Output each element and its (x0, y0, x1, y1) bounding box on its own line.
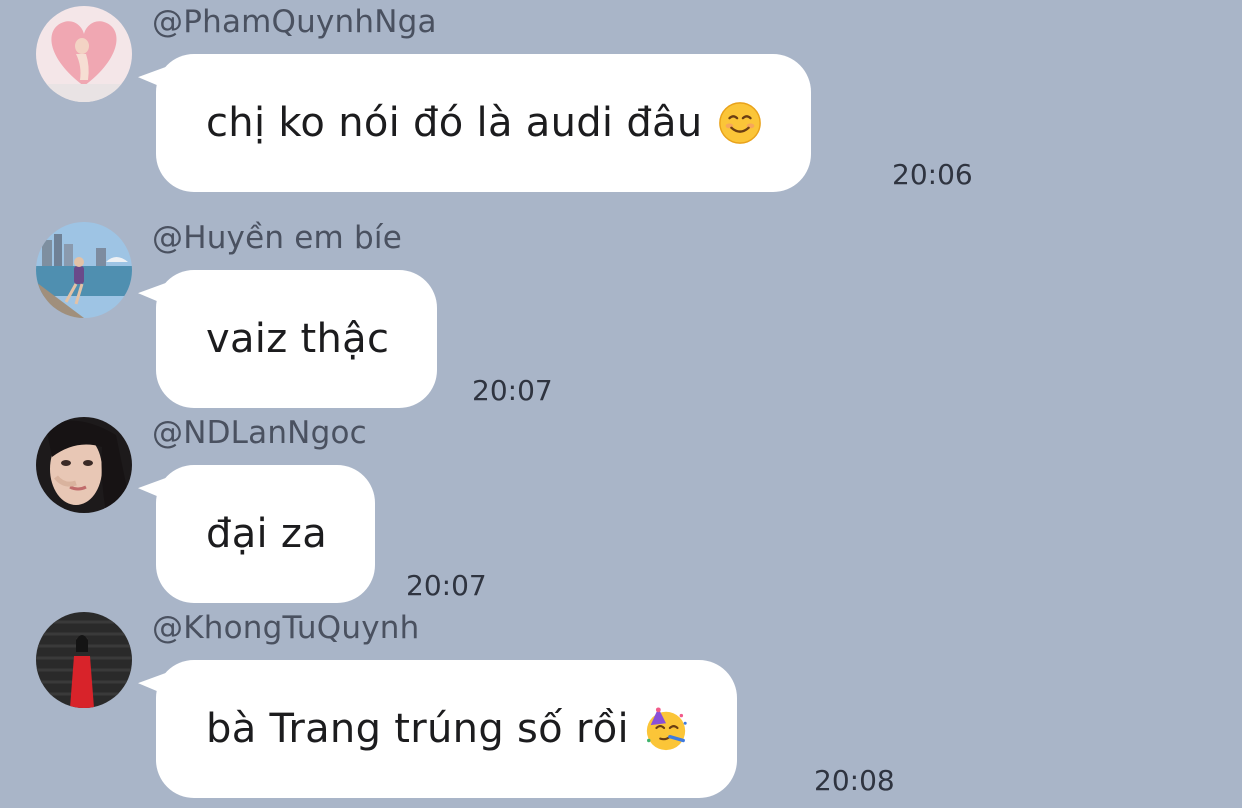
sender-name[interactable]: @PhamQuynhNga (152, 4, 437, 40)
message-bubble[interactable]: chị ko nói đó là audi đâu (156, 54, 811, 192)
message-time: 20:08 (814, 764, 895, 797)
sender-name[interactable]: @Huyền em bíe (152, 220, 402, 256)
message-text: bà Trang trúng số rồi (206, 706, 629, 752)
avatar-image (36, 6, 132, 102)
chat-message: @PhamQuynhNga chị ko nói đó là audi đâu … (0, 0, 1242, 196)
chat-message: @Huyền em bíe vaiz thậc 20:07 (0, 216, 1242, 412)
avatar[interactable] (36, 612, 132, 708)
avatar-image (36, 417, 132, 513)
chat-message: @NDLanNgoc đại za 20:07 (0, 411, 1242, 607)
message-text: đại za (206, 511, 328, 557)
message-time: 20:07 (406, 569, 487, 602)
sender-name[interactable]: @KhongTuQuynh (152, 610, 419, 646)
avatar[interactable] (36, 6, 132, 102)
partying-face-icon (646, 707, 687, 751)
message-bubble[interactable]: đại za (156, 465, 376, 603)
message-bubble[interactable]: bà Trang trúng số rồi (156, 660, 737, 798)
message-text: vaiz thậc (206, 316, 390, 362)
avatar[interactable] (36, 222, 132, 318)
message-time: 20:06 (892, 158, 973, 191)
message-text: chị ko nói đó là audi đâu (206, 100, 703, 146)
avatar-image (36, 612, 132, 708)
message-bubble[interactable]: vaiz thậc (156, 270, 438, 408)
chat-message: @KhongTuQuynh bà Trang trúng số rồi 20:0… (0, 606, 1242, 802)
avatar[interactable] (36, 417, 132, 513)
avatar-image (36, 222, 132, 318)
smiling-face-icon (718, 102, 761, 144)
sender-name[interactable]: @NDLanNgoc (152, 415, 367, 451)
message-time: 20:07 (472, 374, 553, 407)
